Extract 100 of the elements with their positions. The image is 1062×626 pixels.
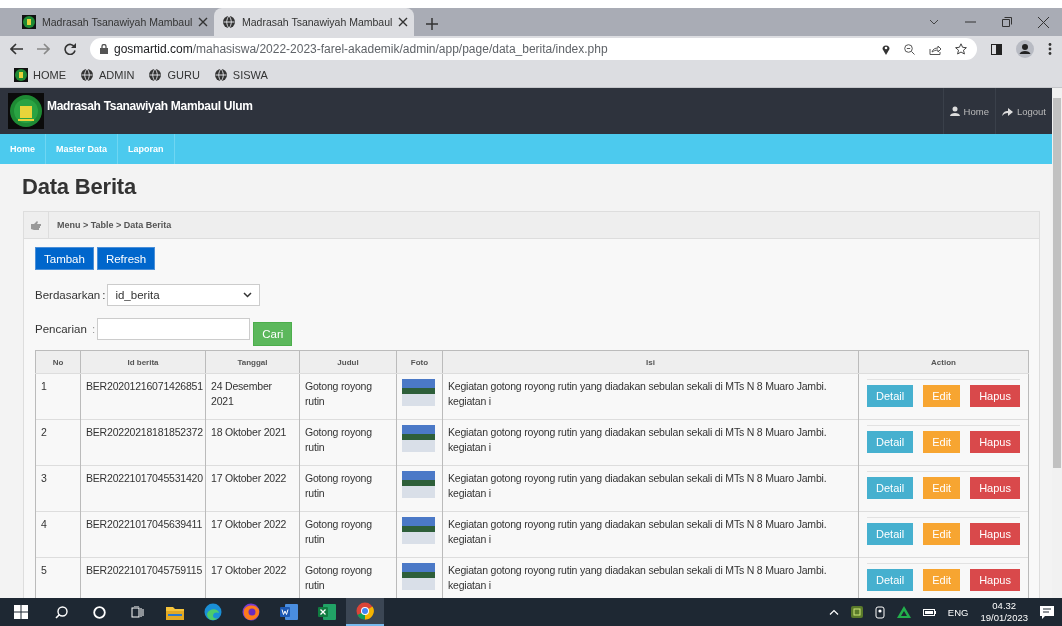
document-app-icon[interactable]: [280, 604, 298, 620]
table-cell: 2: [35, 419, 81, 466]
share-icon[interactable]: [929, 43, 941, 55]
forward-icon[interactable]: [37, 43, 50, 55]
location-pin-icon[interactable]: [882, 43, 890, 55]
colon-text: :: [92, 323, 96, 335]
close-icon[interactable]: [398, 17, 409, 27]
chevron-down-icon: [243, 292, 253, 298]
search-icon[interactable]: [54, 605, 68, 619]
detail-button[interactable]: Detail: [867, 523, 914, 545]
circle-icon[interactable]: [92, 605, 106, 619]
bookmark[interactable]: HOME: [14, 67, 66, 82]
delete-button[interactable]: Hapus: [970, 477, 1020, 499]
table-cell: Kegiatan gotong royong rutin yang diadakan sebulan sekali di MTs N 8 Muaro Jambi. kegiatan i: [442, 465, 859, 512]
table-cell: 1: [35, 373, 81, 420]
table-cell: BER20221017045759115: [80, 557, 206, 598]
star-icon[interactable]: [955, 43, 967, 55]
filter-dropdown[interactable]: id_berita: [107, 284, 261, 306]
table-cell: Kegiatan gotong royong rutin yang diadakan sebulan sekali di MTs N 8 Muaro Jambi. kegiatan i: [442, 557, 859, 598]
back-icon[interactable]: [10, 43, 23, 55]
avatar-icon[interactable]: [1016, 40, 1034, 58]
fox-browser-icon[interactable]: [242, 603, 260, 621]
triangle-logo-icon[interactable]: [896, 606, 911, 618]
table-cell: Gotong royong rutin: [299, 465, 397, 512]
search-label: Pencarian: [35, 323, 88, 335]
zoom-out-icon[interactable]: [904, 43, 915, 55]
windows-logo-icon[interactable]: [14, 605, 28, 619]
battery-icon[interactable]: [922, 608, 936, 616]
wave-browser-icon[interactable]: [204, 603, 222, 621]
delete-button[interactable]: Hapus: [970, 431, 1020, 453]
table-cell: 17 Oktober 2022: [205, 465, 300, 512]
detail-button[interactable]: Detail: [867, 477, 914, 499]
table-cell: Gotong royong rutin: [299, 511, 397, 558]
table-cell: Kegiatan gotong royong rutin yang diadakan sebulan sekali di MTs N 8 Muaro Jambi. kegiatan i: [442, 419, 859, 466]
colon-text: :: [102, 289, 106, 301]
lock-icon: [100, 44, 108, 54]
detail-button[interactable]: Detail: [867, 569, 914, 591]
toolbar-button[interactable]: Tambah: [35, 247, 94, 270]
pointer-hand-icon: [31, 220, 41, 230]
table-cell: Kegiatan gotong royong rutin yang diadakan sebulan sekali di MTs N 8 Muaro Jambi. kegiatan i: [442, 511, 859, 558]
column-header: Isi: [442, 350, 859, 374]
browser-tab[interactable]: Madrasah Tsanawiyah Mambaul: [214, 8, 414, 36]
arrow-icon: [1001, 106, 1013, 116]
task-view-icon[interactable]: [130, 605, 144, 619]
folder-icon[interactable]: [166, 604, 184, 620]
delete-button[interactable]: Hapus: [970, 569, 1020, 591]
tray-app-icon[interactable]: [850, 606, 863, 618]
column-header: Judul: [299, 350, 397, 374]
site-title: Madrasah Tsanawiyah Mambaul Ulum: [47, 99, 253, 113]
taskbar-app[interactable]: [346, 598, 384, 626]
table-cell: 4: [35, 511, 81, 558]
new-tab-icon[interactable]: [426, 18, 438, 30]
close-icon[interactable]: [1038, 16, 1049, 28]
menu-icon[interactable]: [1048, 43, 1052, 55]
breadcrumb: Menu > Table > Data Berita: [56, 220, 172, 230]
side-panel-icon[interactable]: [991, 43, 1002, 55]
photo-placeholder: [402, 425, 435, 452]
school-emblem-icon: [8, 93, 44, 129]
filter-label: Berdasarkan: [35, 289, 101, 301]
table-cell: Gotong royong rutin: [299, 419, 397, 466]
table-cell: 24 Desember 2021: [205, 373, 300, 420]
reload-icon[interactable]: [64, 43, 76, 55]
photo-placeholder: [402, 471, 435, 498]
emblem-icon: [14, 67, 28, 82]
camera-icon[interactable]: [874, 605, 885, 619]
bookmark[interactable]: GURU: [148, 67, 200, 82]
table-cell: BER20221017045531420: [80, 465, 206, 512]
table-cell: 18 Oktober 2021: [205, 419, 300, 466]
caret-down-icon[interactable]: [929, 19, 939, 25]
table-cell: 17 Oktober 2022: [205, 557, 300, 598]
delete-button[interactable]: Hapus: [970, 385, 1020, 407]
delete-button[interactable]: Hapus: [970, 523, 1020, 545]
table-cell: BER20201216071426851: [80, 373, 206, 420]
table-cell: BER20220218181852372: [80, 419, 206, 466]
globe-icon: [222, 15, 236, 29]
search-button[interactable]: Cari: [253, 322, 293, 346]
spreadsheet-app-icon[interactable]: [318, 604, 336, 620]
round-browser-icon[interactable]: [356, 602, 374, 620]
browser-tab[interactable]: Madrasah Tsanawiyah Mambaul: [14, 8, 214, 36]
column-header: Action: [858, 350, 1029, 374]
emblem-icon: [22, 15, 36, 29]
notification-icon[interactable]: [1040, 605, 1054, 619]
globe-icon: [80, 67, 94, 82]
table-cell: Gotong royong rutin: [299, 557, 397, 598]
search-field[interactable]: [97, 318, 251, 340]
clock[interactable]: 04.32 19/01/2023: [980, 600, 1028, 624]
bookmark[interactable]: SISWA: [213, 67, 268, 82]
column-header: Id berita: [80, 350, 206, 374]
detail-button[interactable]: Detail: [867, 431, 914, 453]
column-header: Tanggal: [205, 350, 300, 374]
detail-button[interactable]: Detail: [867, 385, 914, 407]
close-icon[interactable]: [198, 17, 209, 27]
table-cell: BER20221017045639411: [80, 511, 206, 558]
bookmark[interactable]: ADMIN: [80, 67, 135, 82]
table-cell: 3: [35, 465, 81, 512]
toolbar-button[interactable]: Refresh: [96, 247, 156, 270]
photo-placeholder: [402, 563, 435, 590]
restore-icon[interactable]: [1002, 17, 1012, 27]
chevron-up-icon[interactable]: [828, 609, 839, 615]
language-indicator[interactable]: ENG: [947, 606, 969, 618]
